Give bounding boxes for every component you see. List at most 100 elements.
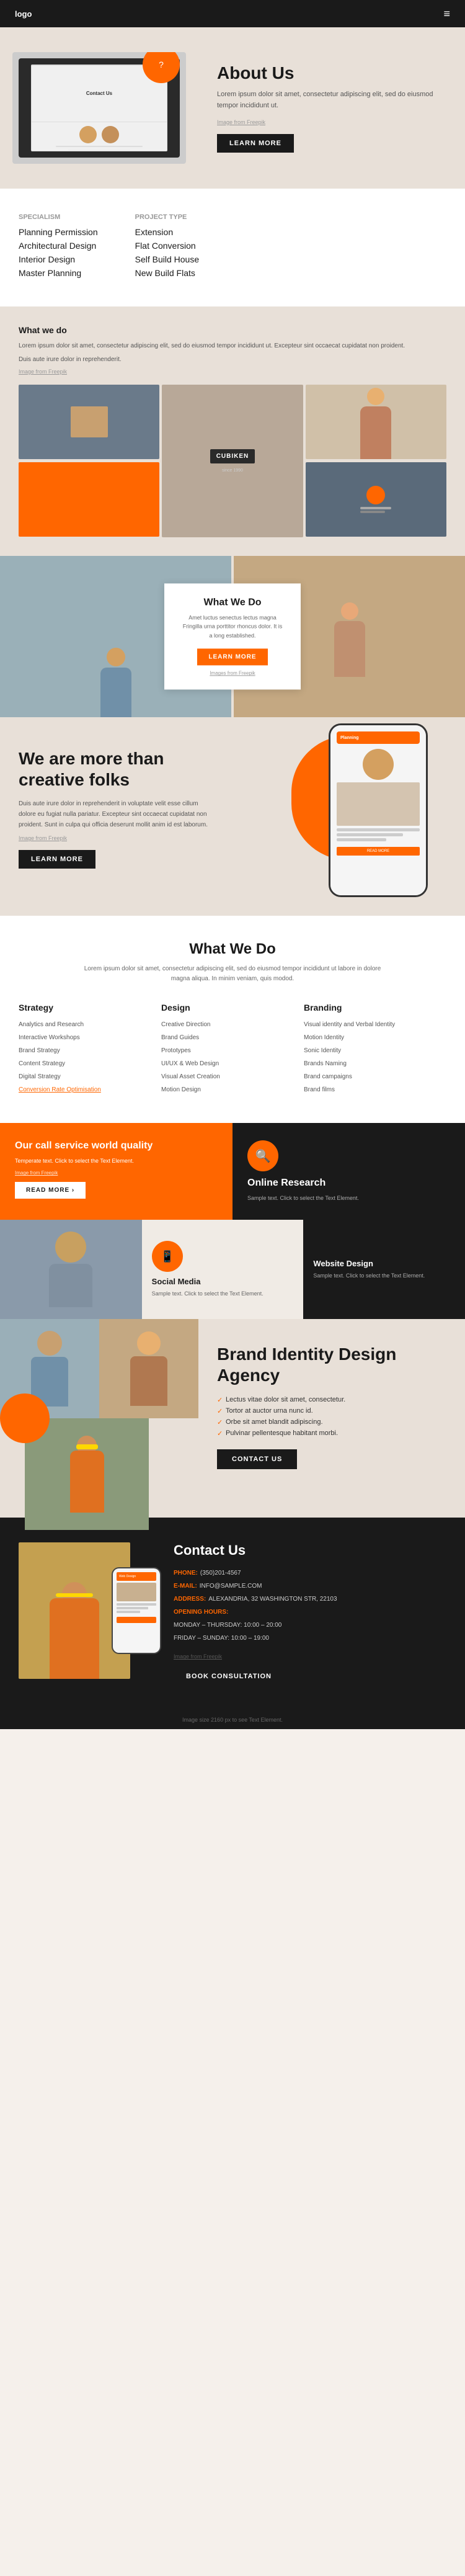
website-design-body: Sample text. Click to select the Text El… xyxy=(313,1272,455,1281)
list-item: Flat Conversion xyxy=(135,241,200,251)
brand-image-column xyxy=(0,1319,198,1518)
creative-img-from: Image from Freepik xyxy=(19,835,217,841)
list-item: Brand campaigns xyxy=(304,1072,446,1081)
card-learn-more-button[interactable]: LEARN MORE xyxy=(197,649,267,666)
glasses-person-silhouette xyxy=(70,1436,104,1513)
card-img-from: Images from Freepik xyxy=(182,671,283,676)
whatwedo-img-from: Image from Freepik xyxy=(19,369,446,375)
brand-section: Brand Identity Design Agency Lectus vita… xyxy=(0,1319,465,1518)
contact-phone-mini: Web Design xyxy=(112,1567,161,1654)
grid-image-1 xyxy=(19,385,159,459)
footer-text: Image size 2160 px to see Text Element. xyxy=(19,1717,446,1723)
online-research-icon: 🔍 xyxy=(247,1140,278,1171)
call-service-card: Our call service world quality Temperate… xyxy=(0,1123,232,1220)
list-item: Visual Asset Creation xyxy=(161,1072,304,1081)
list-item: Extension xyxy=(135,227,200,237)
contact-phone-header: Web Design xyxy=(117,1572,156,1581)
conversion-rate-link[interactable]: Conversion Rate Optimisation xyxy=(19,1085,161,1094)
address-value: ALEXANDRIA, 32 WASHINGTON STR, 22103 xyxy=(208,1596,337,1603)
contact-hours-1: MONDAY – THURSDAY: 10:00 – 20:00 xyxy=(174,1621,446,1630)
about-img-from: Image from Freepik xyxy=(217,119,446,125)
whatwedo-heading: What we do xyxy=(19,325,446,335)
list-item: Lectus vitae dolor sit amet, consectetur… xyxy=(217,1396,446,1403)
brand-image-3 xyxy=(25,1418,149,1530)
book-consultation-button[interactable]: BOOK CONSULTATION xyxy=(174,1667,284,1686)
online-research-card: 🔍 Online Research Sample text. Click to … xyxy=(232,1123,465,1220)
social-media-body: Sample text. Click to select the Text El… xyxy=(152,1290,294,1299)
contact-hours-2: FRIDAY – SUNDAY: 10:00 – 19:00 xyxy=(174,1634,446,1644)
phone-value: (350)201-4567 xyxy=(200,1570,241,1576)
online-research-title: Online Research xyxy=(247,1178,450,1189)
strategy-col: Strategy Analytics and Research Interact… xyxy=(19,1003,161,1098)
project-type-label: Project type xyxy=(135,213,200,221)
design-heading: Design xyxy=(161,1003,304,1013)
branding-list: Visual identity and Verbal Identity Moti… xyxy=(304,1020,446,1094)
share-icon: 📱 xyxy=(160,1250,174,1263)
whatwedo-body: Lorem ipsum dolor sit amet, consectetur … xyxy=(19,341,446,351)
about-title: About Us xyxy=(217,63,446,83)
whatwedo-image-section: What we do Lorem ipsum dolor sit amet, c… xyxy=(0,306,465,556)
email-value: INFO@SAMPLE.COM xyxy=(200,1583,262,1590)
grid-image-3: CUBIKEN since 1990 xyxy=(162,385,303,537)
list-item: Motion Design xyxy=(161,1085,304,1094)
about-section: Contact Us ? About Us Lorem ipsum dolor … xyxy=(0,27,465,189)
brand-bullets: Lectus vitae dolor sit amet, consectetur… xyxy=(217,1396,446,1437)
contact-title: Contact Us xyxy=(174,1542,446,1559)
hamburger-icon[interactable]: ≡ xyxy=(443,7,450,20)
list-item: Self Build House xyxy=(135,254,200,264)
specialism-section: Specialism Planning Permission Architect… xyxy=(0,189,465,306)
call-service-read-more-button[interactable]: READ MORE › xyxy=(15,1182,86,1199)
design-list: Creative Direction Brand Guides Prototyp… xyxy=(161,1020,304,1094)
services-table-section: What We Do Lorem ipsum dolor sit amet, c… xyxy=(0,916,465,1123)
list-item: New Build Flats xyxy=(135,268,200,278)
list-item: Tortor at auctor urna nunc id. xyxy=(217,1407,446,1415)
contact-content: Contact Us PHONE:(350)201-4567 E-MAIL:IN… xyxy=(174,1542,446,1686)
creative-learn-more-button[interactable]: LEARN MORE xyxy=(19,850,95,869)
card-body: Amet luctus senectus lectus magna Fringi… xyxy=(182,613,283,640)
brand-orange-circle xyxy=(0,1393,50,1443)
list-item: Creative Direction xyxy=(161,1020,304,1029)
laptop-image: Contact Us ? xyxy=(12,52,186,164)
list-item: Architectural Design xyxy=(19,241,98,251)
strategy-heading: Strategy xyxy=(19,1003,161,1013)
creative-body: Duis aute irure dolor in reprehenderit i… xyxy=(19,798,217,830)
phone-screen: Planning READ MORE xyxy=(330,725,426,895)
grid-image-2 xyxy=(19,462,159,537)
whatwedo-body2: Duis aute irure dolor in reprehenderit. xyxy=(19,355,446,365)
logo-box: CUBIKEN xyxy=(210,449,255,463)
project-type-list: Extension Flat Conversion Self Build Hou… xyxy=(135,227,200,278)
cards-section: Our call service world quality Temperate… xyxy=(0,1123,465,1319)
list-item: Prototypes xyxy=(161,1046,304,1055)
specialism-col: Specialism Planning Permission Architect… xyxy=(19,213,98,282)
list-item: Brands Naming xyxy=(304,1059,446,1068)
contact-phone: PHONE:(350)201-4567 xyxy=(174,1568,446,1578)
two-person-section: What We Do Amet luctus senectus lectus m… xyxy=(0,556,465,717)
list-item: Orbe sit amet blandit adipiscing. xyxy=(217,1418,446,1426)
contact-us-button[interactable]: CONTACT US xyxy=(217,1449,297,1469)
services-title: What We Do xyxy=(19,941,446,958)
logo: logo xyxy=(15,9,32,19)
navbar: logo ≡ xyxy=(0,0,465,27)
strategy-list: Analytics and Research Interactive Works… xyxy=(19,1020,161,1094)
woman-silhouette xyxy=(328,596,371,677)
email-label: E-MAIL: xyxy=(174,1583,197,1590)
specialism-list: Planning Permission Architectural Design… xyxy=(19,227,98,278)
about-learn-more-button[interactable]: LEARN MORE xyxy=(217,134,294,153)
contact-hours-label: OPENING HOURS: xyxy=(174,1608,446,1617)
social-media-icon: 📱 xyxy=(152,1241,183,1272)
about-content: About Us Lorem ipsum dolor sit amet, con… xyxy=(217,63,446,152)
online-research-body: Sample text. Click to select the Text El… xyxy=(247,1194,450,1202)
website-design-card: Website Design Sample text. Click to sel… xyxy=(303,1220,465,1319)
about-image-wrap: Contact Us ? xyxy=(12,52,198,164)
creative-title: We are more than creative folks xyxy=(19,748,217,790)
phone-header: Planning xyxy=(337,731,420,744)
list-item: Visual identity and Verbal Identity xyxy=(304,1020,446,1029)
contact-email: E-MAIL:INFO@SAMPLE.COM xyxy=(174,1581,446,1591)
list-item: Pulvinar pellentesque habitant morbi. xyxy=(217,1429,446,1437)
contact-phone-screen: Web Design xyxy=(113,1568,160,1653)
creative-section: Planning READ MORE We are more than crea… xyxy=(0,717,465,916)
services-grid: Strategy Analytics and Research Interact… xyxy=(19,1003,446,1098)
brand-title: Brand Identity Design Agency xyxy=(217,1344,446,1385)
contact-address: ADDRESS:ALEXANDRIA, 32 WASHINGTON STR, 2… xyxy=(174,1594,446,1604)
services-body: Lorem ipsum dolor sit amet, consectetur … xyxy=(78,964,388,984)
